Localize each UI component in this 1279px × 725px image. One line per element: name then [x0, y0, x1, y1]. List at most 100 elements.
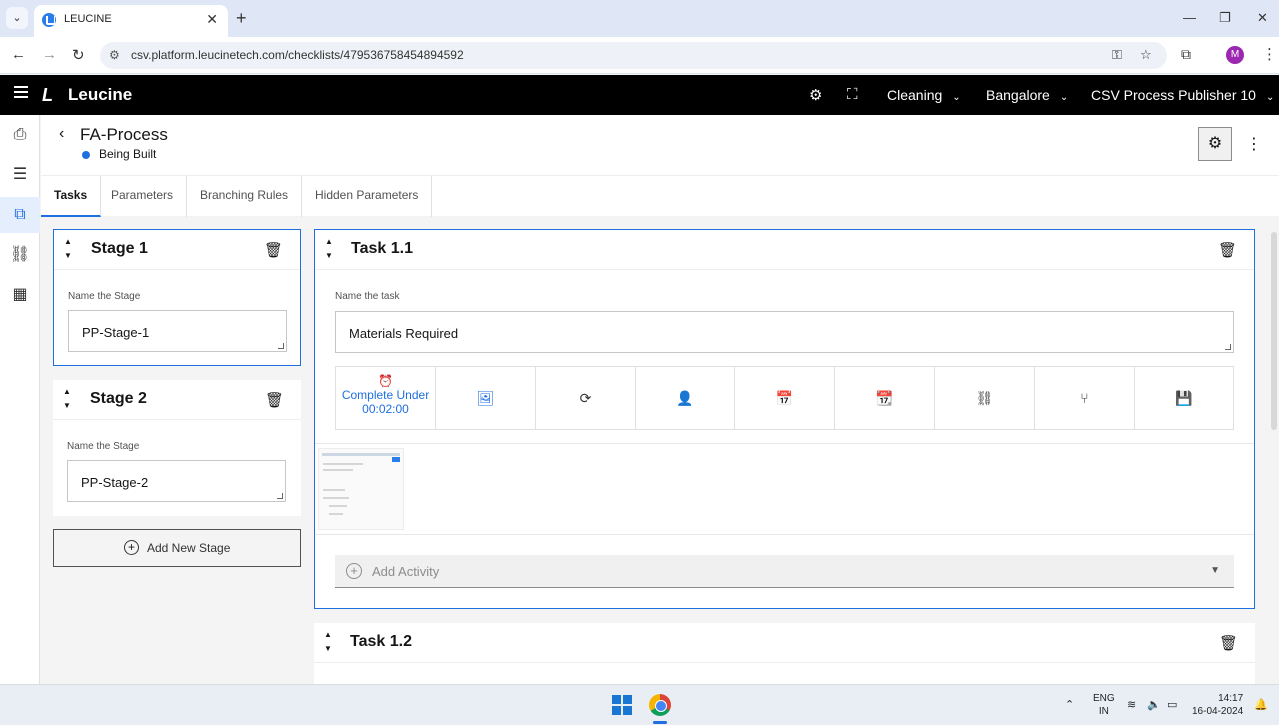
bookmark-star-icon[interactable]: ☆: [1140, 47, 1152, 63]
password-key-icon[interactable]: ⚿: [1112, 47, 1122, 63]
back-arrow-icon[interactable]: ‹: [59, 125, 64, 143]
task-name-input[interactable]: Materials Required: [335, 311, 1234, 353]
stage-name-input[interactable]: PP-Stage-2: [67, 460, 286, 502]
task-card[interactable]: ▲ ▼ Task 1.1 🗑 Name the task Materials Re…: [314, 229, 1255, 609]
browser-tab-bar: ⌄ LEUCINE ✕ + — ❐ ✕: [0, 0, 1279, 37]
branch-button[interactable]: ⑂: [1035, 367, 1135, 429]
windows-start-icon[interactable]: [612, 695, 632, 715]
task-card[interactable]: ▲ ▼ Task 1.2 🗑: [314, 623, 1255, 684]
stage-name-input[interactable]: PP-Stage-1: [68, 310, 287, 352]
process-settings-button[interactable]: ⚙: [1198, 127, 1232, 161]
save-button[interactable]: 💾: [1135, 367, 1233, 429]
close-window-icon[interactable]: ✕: [1257, 10, 1268, 26]
reorder-arrows-icon[interactable]: ▲ ▼: [322, 628, 334, 656]
recurrence-button[interactable]: ⟳: [536, 367, 636, 429]
assignee-icon: 👤: [676, 390, 694, 406]
process-flow-icon[interactable]: ⧉: [0, 197, 40, 233]
chrome-taskbar-icon[interactable]: [649, 694, 671, 716]
close-tab-icon[interactable]: ✕: [206, 11, 218, 28]
notification-bell-icon[interactable]: 🔔: [1254, 698, 1268, 711]
stage-name-label: Name the Stage: [68, 291, 141, 302]
add-activity-dropdown[interactable]: + Add Activity ▼: [335, 555, 1234, 588]
thumbnail-line: [323, 489, 345, 491]
due-date-button[interactable]: 📆: [835, 367, 935, 429]
left-nav-rail: ⎙ ☰ ⧉ ⛓ ▦: [0, 115, 40, 684]
media-icon: 🖼: [476, 390, 495, 406]
settings-gear-icon[interactable]: ⚙: [809, 86, 822, 104]
schedule-button[interactable]: 📅: [735, 367, 835, 429]
hamburger-menu-icon[interactable]: [14, 86, 28, 98]
inbox-icon[interactable]: ⎙: [0, 117, 40, 153]
site-info-icon[interactable]: ⚙: [109, 48, 120, 62]
extensions-icon[interactable]: ⧉: [1181, 46, 1191, 63]
thumbnail-line: [329, 513, 343, 515]
timer-button[interactable]: ⏰ Complete Under 00:02:00: [336, 367, 436, 429]
thumbnail-line: [329, 505, 347, 507]
tab-search-icon[interactable]: ⌄: [6, 7, 28, 29]
tab-branching-rules[interactable]: Branching Rules: [187, 176, 303, 217]
tab-parameters[interactable]: Parameters: [98, 176, 188, 217]
media-thumbnail[interactable]: [318, 448, 404, 530]
tab-hidden-parameters[interactable]: Hidden Parameters: [302, 176, 433, 217]
branch-icon: ⑂: [1080, 390, 1089, 406]
reorder-arrows-icon[interactable]: ▲ ▼: [61, 385, 73, 413]
use-case-dropdown[interactable]: Cleaning ⌄: [887, 87, 961, 103]
reorder-arrows-icon[interactable]: ▲ ▼: [323, 235, 335, 263]
minimize-icon[interactable]: —: [1183, 10, 1196, 25]
brand-name: Leucine: [68, 85, 133, 104]
profile-avatar[interactable]: M: [1226, 46, 1244, 64]
wifi-icon[interactable]: ≋: [1127, 698, 1136, 711]
hierarchy-button[interactable]: ⛓: [935, 367, 1035, 429]
media-button[interactable]: 🖼: [436, 367, 536, 429]
ontology-icon[interactable]: ⛓: [0, 237, 40, 273]
facility-label: Bangalore: [986, 87, 1050, 103]
lang-region: IN: [1098, 706, 1109, 717]
recurrence-icon: ⟳: [579, 390, 592, 406]
forward-icon[interactable]: →: [42, 46, 57, 63]
tray-chevron-up-icon[interactable]: ⌃: [1065, 698, 1074, 711]
trash-icon[interactable]: 🗑: [1219, 634, 1238, 652]
url-field[interactable]: ⚙ csv.platform.leucinetech.com/checklist…: [100, 42, 1167, 69]
restore-icon[interactable]: ❐: [1219, 10, 1231, 26]
reload-icon[interactable]: ↻: [72, 46, 85, 64]
volume-icon[interactable]: 🔈: [1147, 698, 1161, 711]
reorder-arrows-icon[interactable]: ▲ ▼: [62, 235, 74, 263]
trash-icon[interactable]: 🗑: [1218, 241, 1237, 259]
stage-name-label: Name the Stage: [67, 441, 140, 452]
back-icon[interactable]: ←: [11, 46, 26, 63]
reports-icon[interactable]: ▦: [0, 277, 40, 313]
scrollbar[interactable]: [1271, 232, 1277, 430]
timer-value: 00:02:00: [362, 402, 409, 416]
hierarchy-icon: ⛓: [975, 390, 994, 406]
task-title: Task 1.2: [350, 633, 412, 650]
os-taskbar: ⌃ ENG IN ≋ 🔈 ▭ 14:17 16-04-2024 🔔: [0, 684, 1279, 725]
leucine-favicon-icon: [42, 13, 56, 27]
system-clock[interactable]: 14:17 16-04-2024: [1192, 692, 1243, 718]
facility-dropdown[interactable]: Bangalore ⌄: [986, 87, 1068, 103]
add-activity-label: Add Activity: [372, 564, 440, 579]
assignee-button[interactable]: 👤: [636, 367, 735, 429]
battery-icon[interactable]: ▭: [1167, 698, 1177, 711]
new-tab-icon[interactable]: +: [236, 8, 247, 28]
thumbnail-line: [323, 463, 363, 465]
trash-icon[interactable]: 🗑: [265, 391, 284, 409]
more-options-icon[interactable]: ⋮: [1246, 134, 1262, 154]
browser-menu-icon[interactable]: ⋮: [1262, 45, 1277, 63]
trash-icon[interactable]: 🗑: [264, 241, 283, 259]
divider: [315, 534, 1254, 535]
scanner-icon[interactable]: ⛶: [847, 86, 858, 103]
chevron-down-icon: ⌄: [1059, 92, 1069, 103]
language-indicator[interactable]: ENG IN: [1093, 692, 1115, 718]
page-tabs: Tasks Parameters Branching Rules Hidden …: [41, 175, 1279, 217]
stage-card[interactable]: ▲ ▼ Stage 2 🗑 Name the Stage PP-Stage-2: [53, 380, 301, 516]
role-dropdown[interactable]: CSV Process Publisher 10 ⌄: [1091, 87, 1274, 103]
tab-tasks[interactable]: Tasks: [41, 176, 102, 217]
chevron-down-icon: ⌄: [1265, 92, 1275, 103]
browser-tab[interactable]: LEUCINE ✕: [34, 5, 228, 37]
clock-time: 14:17: [1218, 693, 1244, 704]
checklist-icon[interactable]: ☰: [0, 157, 40, 193]
stage-card[interactable]: ▲ ▼ Stage 1 🗑 Name the Stage PP-Stage-1: [53, 229, 301, 366]
add-circle-icon: +: [346, 563, 362, 579]
task-title: Task 1.1: [351, 240, 413, 257]
add-new-stage-button[interactable]: + Add New Stage: [53, 529, 301, 567]
